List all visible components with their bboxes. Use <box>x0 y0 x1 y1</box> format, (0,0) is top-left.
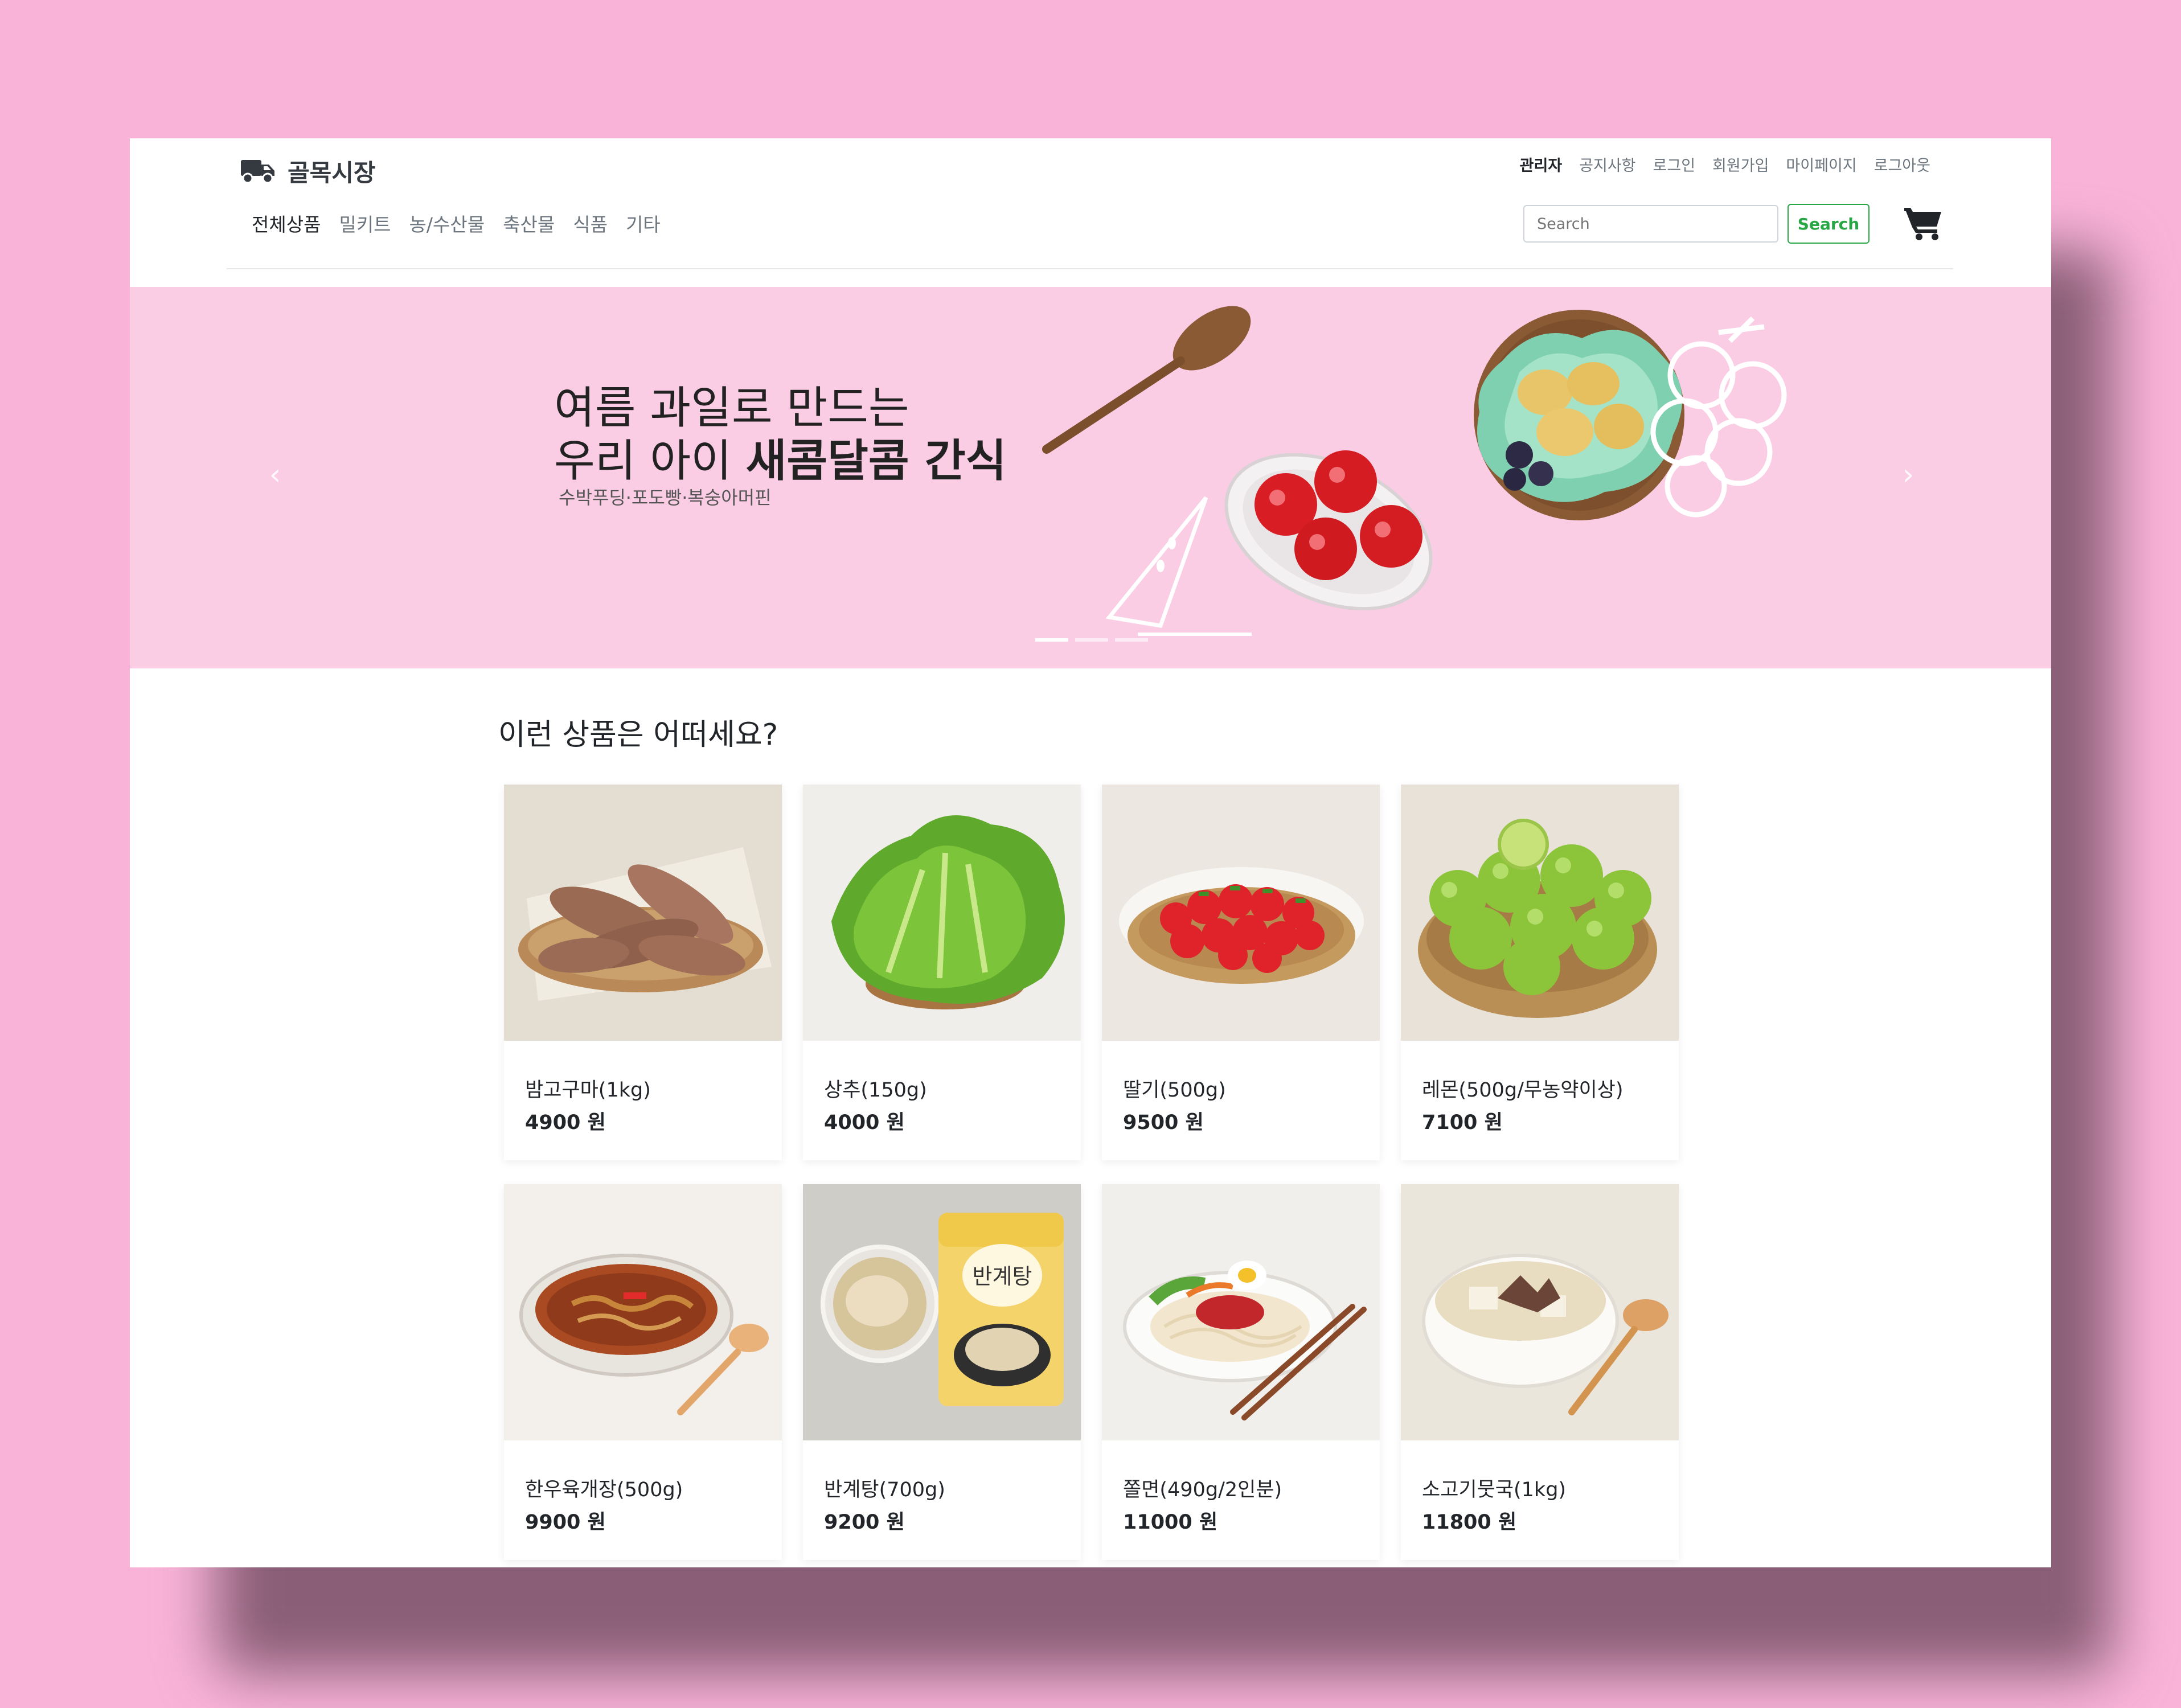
category-all[interactable]: 전체상품 <box>252 210 321 237</box>
category-etc[interactable]: 기타 <box>626 210 661 237</box>
product-price: 7100 원 <box>1422 1111 1503 1134</box>
product-name[interactable]: 밤고구마(1kg) <box>525 1074 651 1103</box>
brand-logo[interactable]: 골목시장 <box>241 150 376 192</box>
cart-icon[interactable] <box>1903 204 1943 241</box>
wooden-spoon-image <box>1042 306 1251 454</box>
promo-banner-carousel[interactable]: 여름 과일로 만드는 우리 아이 새콤달콤 간식 수박푸딩·포도빵·복숭아머핀 <box>130 287 2051 668</box>
product-name[interactable]: 쫄면(490g/2인분) <box>1123 1473 1282 1502</box>
product-price: 11800 원 <box>1422 1511 1517 1534</box>
product-card[interactable]: 반계탕 반계탕(700g) 9200 원 <box>803 1184 1081 1560</box>
product-name[interactable]: 레몬(500g/무농약이상) <box>1422 1074 1624 1103</box>
link-mypage[interactable]: 마이페이지 <box>1786 153 1856 175</box>
search-button[interactable]: Search <box>1788 204 1870 244</box>
product-name[interactable]: 소고기뭇국(1kg) <box>1422 1473 1566 1502</box>
banner-food-illustration <box>1042 306 1787 636</box>
banner-headline-regular: 우리 아이 <box>554 436 746 487</box>
product-card[interactable]: 한우육개장(500g) 9900 원 <box>504 1184 782 1560</box>
banner-headline-line2: 우리 아이 새콤달콤 간식 <box>554 425 1006 489</box>
product-price: 9500 원 <box>1123 1111 1204 1134</box>
carousel-indicator-1[interactable] <box>1035 638 1068 642</box>
category-mealkit[interactable]: 밀키트 <box>339 210 391 237</box>
product-card[interactable]: 소고기뭇국(1kg) 11800 원 <box>1401 1184 1679 1560</box>
product-card[interactable]: 딸기(500g) 9500 원 <box>1102 785 1380 1160</box>
product-name[interactable]: 상추(150g) <box>824 1074 927 1103</box>
bangyetang-image: 반계탕 <box>803 1184 1081 1440</box>
category-nav: 전체상품 밀키트 농/수산물 축산물 식품 기타 <box>252 210 661 237</box>
banner-headline-bold: 새콤달콤 간식 <box>745 436 1007 487</box>
carousel-indicators <box>1035 638 1148 642</box>
category-food[interactable]: 식품 <box>573 210 608 237</box>
category-agri-seafood[interactable]: 농/수산물 <box>409 210 485 237</box>
carousel-next-icon[interactable]: › <box>1894 458 1922 492</box>
category-livestock[interactable]: 축산물 <box>503 210 555 237</box>
product-price: 9200 원 <box>824 1511 905 1534</box>
product-price: 4000 원 <box>824 1111 905 1134</box>
radish-soup-image <box>1401 1184 1679 1440</box>
link-notice[interactable]: 공지사항 <box>1579 153 1635 175</box>
top-links: 관리자 공지사항 로그인 회원가입 마이페이지 로그아웃 <box>1520 153 1930 175</box>
product-name[interactable]: 반계탕(700g) <box>824 1473 945 1502</box>
truck-icon <box>241 160 274 184</box>
lime-image <box>1401 785 1679 1041</box>
brand-name: 골목시장 <box>288 158 376 187</box>
link-login[interactable]: 로그인 <box>1653 153 1696 175</box>
product-name[interactable]: 딸기(500g) <box>1123 1074 1226 1103</box>
product-price: 11000 원 <box>1123 1511 1218 1534</box>
link-logout[interactable]: 로그아웃 <box>1874 153 1930 175</box>
header-divider <box>227 268 1953 269</box>
product-price: 4900 원 <box>525 1111 606 1134</box>
carousel-indicator-2[interactable] <box>1075 638 1108 642</box>
product-price: 9900 원 <box>525 1511 606 1534</box>
product-card[interactable]: 레몬(500g/무농약이상) 7100 원 <box>1401 785 1679 1160</box>
browser-window: 골목시장 관리자 공지사항 로그인 회원가입 마이페이지 로그아웃 전체상품 밀… <box>130 138 2051 1567</box>
carousel-indicator-3[interactable] <box>1115 638 1148 642</box>
jjolmyeon-image <box>1102 1184 1380 1440</box>
banner-subtitle: 수박푸딩·포도빵·복숭아머핀 <box>559 487 772 508</box>
lettuce-image <box>803 785 1081 1041</box>
link-admin[interactable]: 관리자 <box>1520 153 1563 175</box>
section-title: 이런 상품은 어떠세요? <box>498 718 778 752</box>
sweet-potato-image <box>504 785 782 1041</box>
product-name[interactable]: 한우육개장(500g) <box>525 1473 683 1502</box>
product-card[interactable]: 쫄면(490g/2인분) 11000 원 <box>1102 1184 1380 1560</box>
product-card[interactable]: 상추(150g) 4000 원 <box>803 785 1081 1160</box>
package-label: 반계탕 <box>973 1264 1032 1289</box>
carousel-prev-icon[interactable]: ‹ <box>261 458 289 492</box>
link-signup[interactable]: 회원가입 <box>1712 153 1769 175</box>
search-input[interactable] <box>1523 205 1778 243</box>
product-card[interactable]: 밤고구마(1kg) 4900 원 <box>504 785 782 1160</box>
strawberry-image <box>1102 785 1380 1041</box>
yukgaejang-image <box>504 1184 782 1440</box>
